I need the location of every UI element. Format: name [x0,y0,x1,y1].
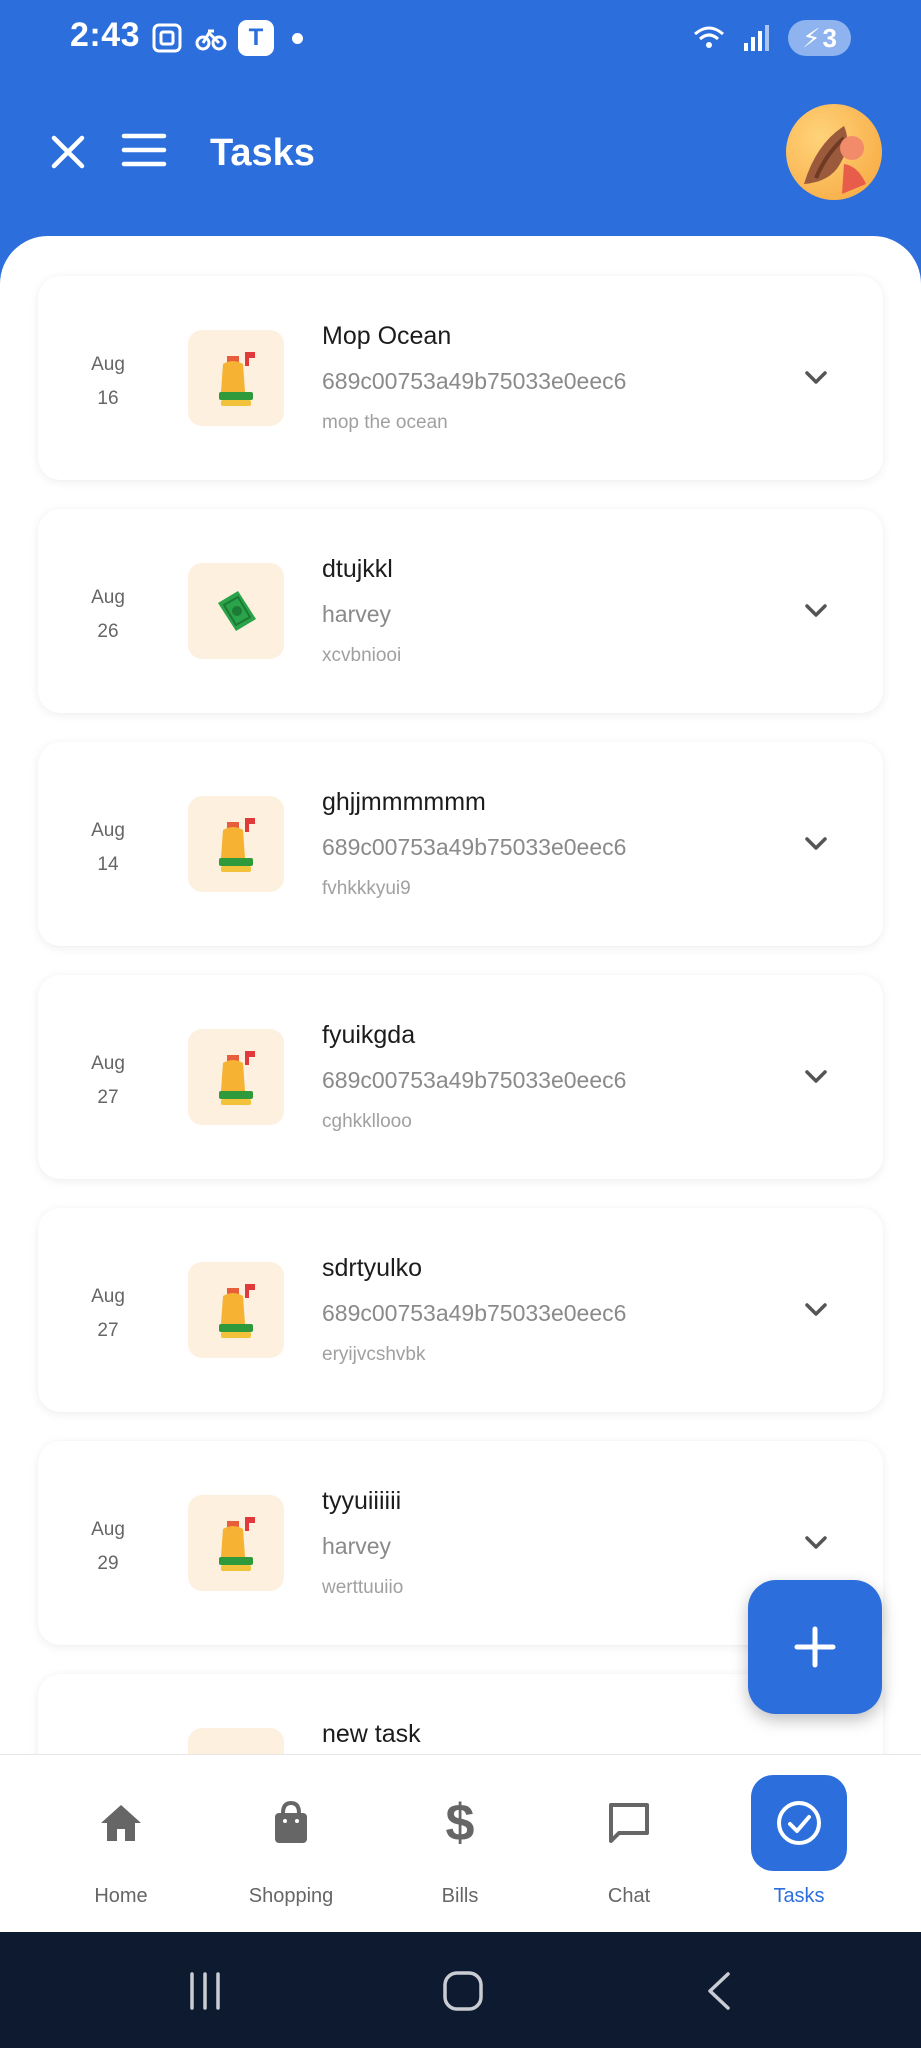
task-card[interactable]: Aug 26 dtujkkl harvey xcvbniooi [38,509,883,713]
task-date: Aug 27 [78,1047,138,1115]
nav-item-chat[interactable]: Chat [544,1775,714,1925]
task-description: cghkkllooo [322,1111,412,1132]
nav-item-tasks[interactable]: Tasks [714,1775,884,1925]
check-circle-icon [751,1775,847,1871]
task-title: new task [322,1720,421,1748]
task-assignee: 689c00753a49b75033e0eec6 [322,368,627,394]
battery-level: 3 [822,22,837,53]
task-date-day: 26 [97,621,119,642]
add-task-button[interactable] [748,1580,882,1714]
task-date-day: 27 [97,1087,119,1108]
task-card[interactable]: Aug 27 sdrtyulko 689c00753a49b75033e0eec… [38,1208,883,1412]
signal-icon [744,25,770,51]
app-header: Tasks [0,100,921,210]
task-title: Mop Ocean [322,322,452,350]
chevron-down-icon[interactable] [800,828,832,860]
cleaning-supplies-icon [188,1262,284,1358]
recent-apps-icon[interactable] [182,1968,228,2014]
bike-icon [195,29,227,51]
system-navigation-bar [0,1932,921,2048]
task-date-month: Aug [91,1053,125,1074]
nav-item-bills[interactable]: $ Bills [375,1775,545,1925]
task-card[interactable]: Aug 14 ghjjmmmmmm 689c00753a49b75033e0ee… [38,742,883,946]
task-description: eryijvcshvbk [322,1344,426,1365]
chevron-down-icon[interactable] [800,1527,832,1559]
status-system-icons: ⚡ 3 [692,20,851,56]
task-title: dtujkkl [322,555,393,583]
task-card[interactable]: Aug 16 Mop Ocean 689c00753a49b75033e0eec… [38,276,883,480]
nav-label: Shopping [248,1885,334,1907]
app-notification-icon: T [238,20,274,56]
task-title: fyuikgda [322,1021,416,1049]
task-date: Aug 27 [78,1280,138,1348]
cleaning-supplies-icon [188,1495,284,1591]
task-date-day: 29 [97,1553,119,1574]
shopping-bag-icon [243,1775,339,1871]
bottom-navigation: Home Shopping $ Bills Chat Tasks [0,1754,921,1932]
task-assignee: harvey [322,1533,392,1559]
screenshot-icon [152,23,182,53]
more-notifications-dot [292,32,303,44]
page-title: Tasks [210,132,315,174]
cleaning-supplies-icon [188,796,284,892]
close-icon[interactable] [44,128,92,176]
money-icon [188,563,284,659]
task-title: sdrtyulko [322,1254,423,1282]
nav-label: Tasks [773,1885,825,1907]
task-title: tyyuiiiiii [322,1487,402,1515]
task-description: werttuuiio [322,1577,404,1598]
task-description: fvhkkkyui9 [322,878,411,899]
task-assignee: 689c00753a49b75033e0eec6 [322,1300,627,1326]
back-icon[interactable] [698,1968,744,2014]
task-date: Aug 16 [78,348,138,416]
task-date-day: 16 [97,388,119,409]
battery-indicator: ⚡ 3 [788,20,851,56]
nav-label: Home [94,1885,148,1907]
charging-icon: ⚡ [802,22,821,53]
chevron-down-icon[interactable] [800,595,832,627]
task-assignee: 689c00753a49b75033e0eec6 [322,1067,627,1093]
dollar-icon: $ [445,1794,475,1852]
task-date: Aug 29 [78,1513,138,1581]
task-date-day: 27 [97,1320,119,1341]
task-description: mop the ocean [322,412,448,433]
home-button-icon[interactable] [440,1968,486,2014]
task-date-month: Aug [91,1519,125,1540]
task-description: xcvbniooi [322,645,402,666]
chevron-down-icon[interactable] [800,1294,832,1326]
status-notification-icons: T [150,20,303,56]
task-date-month: Aug [91,587,125,608]
task-list-sheet: Aug 16 Mop Ocean 689c00753a49b75033e0eec… [0,236,921,1756]
cleaning-supplies-icon [188,1029,284,1125]
task-date-month: Aug [91,354,125,375]
nav-label: Bills [441,1885,479,1907]
chevron-down-icon[interactable] [800,1061,832,1093]
nav-item-shopping[interactable]: Shopping [206,1775,376,1925]
avatar[interactable] [786,104,882,200]
menu-icon[interactable] [120,130,168,170]
task-assignee: harvey [322,601,392,627]
nav-item-home[interactable]: Home [36,1775,206,1925]
chevron-down-icon[interactable] [800,362,832,394]
status-bar: 2:43 T ⚡ 3 [0,0,921,76]
task-date-day: 14 [97,854,119,875]
plus-icon [794,1626,836,1668]
task-date-month: Aug [91,820,125,841]
cleaning-supplies-icon [188,330,284,426]
task-date: Aug 26 [78,581,138,649]
home-icon [73,1775,169,1871]
task-date-month: Aug [91,1286,125,1307]
task-date: Aug 14 [78,814,138,882]
nav-label: Chat [607,1885,651,1907]
status-time: 2:43 [70,16,141,54]
task-assignee: 689c00753a49b75033e0eec6 [322,834,627,860]
avatar-illustration-icon [804,126,866,194]
chat-icon [581,1775,677,1871]
task-title: ghjjmmmmmm [322,788,486,816]
task-icon [188,1728,284,1756]
wifi-icon [694,26,725,48]
task-card[interactable]: Aug 27 fyuikgda 689c00753a49b75033e0eec6… [38,975,883,1179]
